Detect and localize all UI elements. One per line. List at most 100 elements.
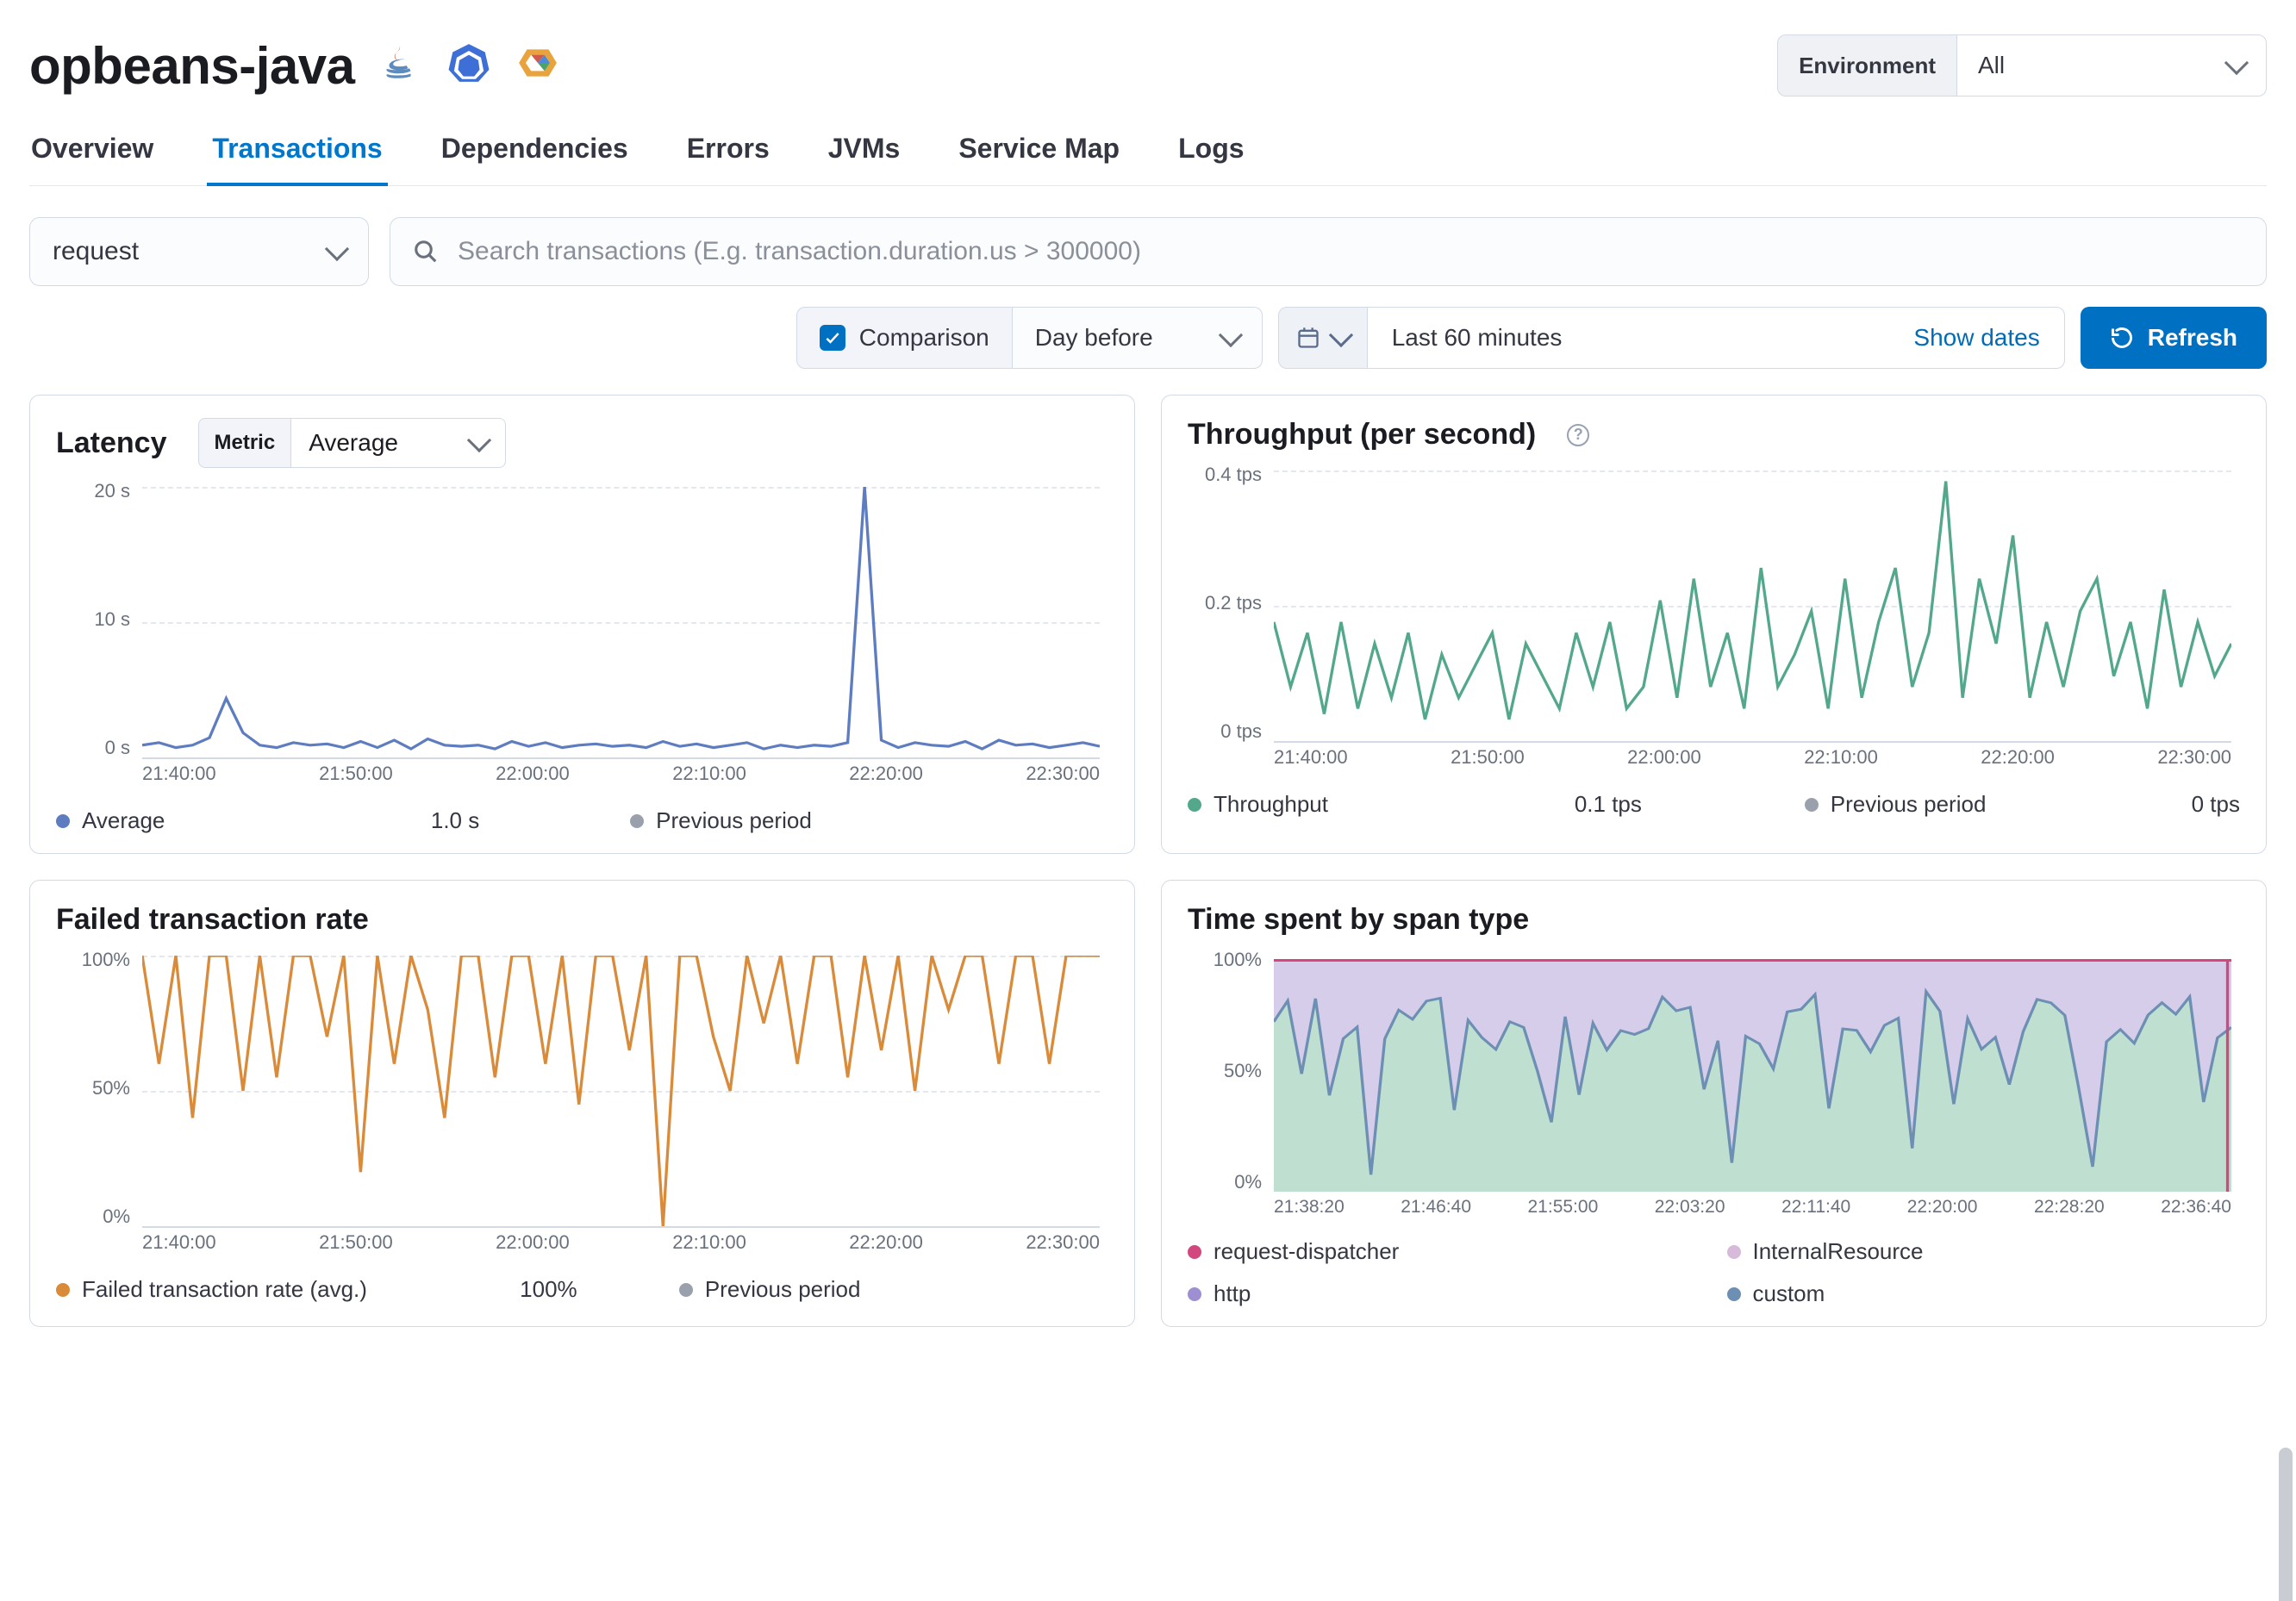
info-icon[interactable]: ?: [1567, 424, 1589, 446]
show-dates-link[interactable]: Show dates: [1913, 324, 2039, 352]
legend-value: 0.1 tps: [1575, 791, 1642, 818]
legend-label: Previous period: [705, 1276, 861, 1303]
legend-dot: [679, 1283, 693, 1297]
x-tick: 21:55:00: [1528, 1197, 1599, 1226]
legend-dot: [56, 1283, 70, 1297]
failed-rate-chart[interactable]: 100% 50% 0% 21:40:00 21:50:00 22:00:00 2…: [56, 950, 1108, 1261]
x-tick: 22:10:00: [1804, 746, 1878, 776]
comparison-toggle[interactable]: Comparison: [796, 307, 1013, 369]
x-tick: 21:46:40: [1401, 1197, 1471, 1226]
legend-dot: [1188, 798, 1201, 812]
scrollbar[interactable]: [2279, 1448, 2293, 1601]
refresh-label: Refresh: [2148, 324, 2237, 352]
y-tick: 0.2 tps: [1205, 594, 1262, 613]
environment-select[interactable]: All: [1956, 34, 2267, 97]
service-icons: [378, 41, 559, 90]
comparison-control: Comparison Day before: [796, 307, 1263, 369]
tab-jvms[interactable]: JVMs: [827, 133, 902, 185]
y-tick: 50%: [92, 1079, 130, 1098]
latency-chart[interactable]: 20 s 10 s 0 s 21:40:00 21:50:00 22:00:00…: [56, 482, 1108, 792]
x-tick: 22:30:00: [2157, 746, 2231, 776]
y-tick: 0%: [103, 1207, 130, 1226]
legend-label: custom: [1753, 1280, 1825, 1307]
x-tick: 22:10:00: [672, 763, 746, 792]
search-input[interactable]: Search transactions (E.g. transaction.du…: [390, 217, 2267, 286]
tab-dependencies[interactable]: Dependencies: [440, 133, 630, 185]
legend-label: Throughput: [1214, 791, 1328, 818]
x-tick: 21:50:00: [319, 763, 393, 792]
legend-value: 1.0 s: [431, 807, 479, 834]
comparison-label: Comparison: [859, 324, 989, 352]
x-tick: 21:40:00: [142, 763, 216, 792]
panel-failed-rate: Failed transaction rate 100% 50% 0% 21:4…: [29, 880, 1135, 1327]
legend-dot: [630, 814, 644, 828]
legend-dot: [1188, 1245, 1201, 1259]
checkbox-checked-icon: [820, 325, 845, 351]
tab-logs[interactable]: Logs: [1176, 133, 1245, 185]
y-tick: 0%: [1234, 1173, 1262, 1192]
date-range-value: Last 60 minutes: [1392, 324, 1563, 352]
panel-title: Time spent by span type: [1188, 903, 1529, 937]
legend-dot: [1188, 1287, 1201, 1301]
panel-latency: Latency Metric Average 20 s 10 s 0 s: [29, 395, 1135, 854]
comparison-select[interactable]: Day before: [1013, 307, 1263, 369]
chevron-down-icon: [467, 428, 491, 452]
metric-label: Metric: [198, 418, 291, 468]
tab-errors[interactable]: Errors: [685, 133, 771, 185]
y-tick: 20 s: [94, 482, 130, 501]
tab-overview[interactable]: Overview: [29, 133, 155, 185]
legend-dot: [1727, 1287, 1741, 1301]
transaction-type-value: request: [53, 237, 139, 266]
y-tick: 100%: [1214, 950, 1262, 969]
search-icon: [413, 239, 439, 265]
legend-label: http: [1214, 1280, 1251, 1307]
x-tick: 21:50:00: [1451, 746, 1525, 776]
x-tick: 22:11:40: [1781, 1197, 1850, 1226]
y-tick: 50%: [1224, 1062, 1262, 1081]
tab-transactions[interactable]: Transactions: [210, 133, 384, 185]
chevron-down-icon: [1329, 323, 1353, 347]
x-tick: 22:00:00: [1627, 746, 1701, 776]
panel-title: Failed transaction rate: [56, 903, 369, 937]
x-tick: 22:03:20: [1655, 1197, 1725, 1226]
legend-value: 100%: [520, 1276, 577, 1303]
gcp-icon: [516, 41, 559, 90]
y-tick: 100%: [82, 950, 130, 969]
y-tick: 0 tps: [1220, 722, 1262, 741]
metric-value: Average: [309, 429, 398, 457]
x-tick: 22:30:00: [1026, 1231, 1100, 1261]
x-tick: 22:30:00: [1026, 763, 1100, 792]
transaction-type-select[interactable]: request: [29, 217, 369, 286]
date-quick-select[interactable]: [1278, 307, 1367, 369]
refresh-button[interactable]: Refresh: [2081, 307, 2267, 369]
comparison-value: Day before: [1035, 324, 1153, 352]
search-placeholder: Search transactions (E.g. transaction.du…: [458, 237, 1141, 266]
x-tick: 21:40:00: [1274, 746, 1348, 776]
x-tick: 22:20:00: [1981, 746, 2055, 776]
chevron-down-icon: [1219, 323, 1243, 347]
chevron-down-icon: [2224, 51, 2249, 75]
span-type-chart[interactable]: 100% 50% 0% 21:38:20 21:46:40 21:55:00 2…: [1188, 950, 2240, 1226]
x-tick: 22:00:00: [496, 763, 570, 792]
legend-dot: [56, 814, 70, 828]
x-tick: 21:50:00: [319, 1231, 393, 1261]
java-icon: [378, 41, 421, 90]
tab-service-map[interactable]: Service Map: [957, 133, 1121, 185]
legend-label: Failed transaction rate (avg.): [82, 1276, 367, 1303]
x-tick: 21:40:00: [142, 1231, 216, 1261]
throughput-chart[interactable]: 0.4 tps 0.2 tps 0 tps 21:40:00 21:50:00 …: [1188, 465, 2240, 776]
tabs: Overview Transactions Dependencies Error…: [29, 107, 2267, 186]
panel-title: Throughput (per second): [1188, 418, 1536, 452]
kubernetes-icon: [447, 41, 490, 90]
metric-select[interactable]: Average: [290, 418, 506, 468]
legend-dot: [1727, 1245, 1741, 1259]
legend-label: Previous period: [1831, 791, 1987, 818]
calendar-icon: [1296, 326, 1320, 350]
y-tick: 10 s: [94, 610, 130, 629]
x-tick: 22:20:00: [849, 763, 923, 792]
page-title: opbeans-java: [29, 36, 354, 96]
chevron-down-icon: [325, 237, 349, 261]
x-tick: 21:38:20: [1274, 1197, 1345, 1226]
x-tick: 22:00:00: [496, 1231, 570, 1261]
date-range[interactable]: Last 60 minutes Show dates: [1367, 307, 2065, 369]
